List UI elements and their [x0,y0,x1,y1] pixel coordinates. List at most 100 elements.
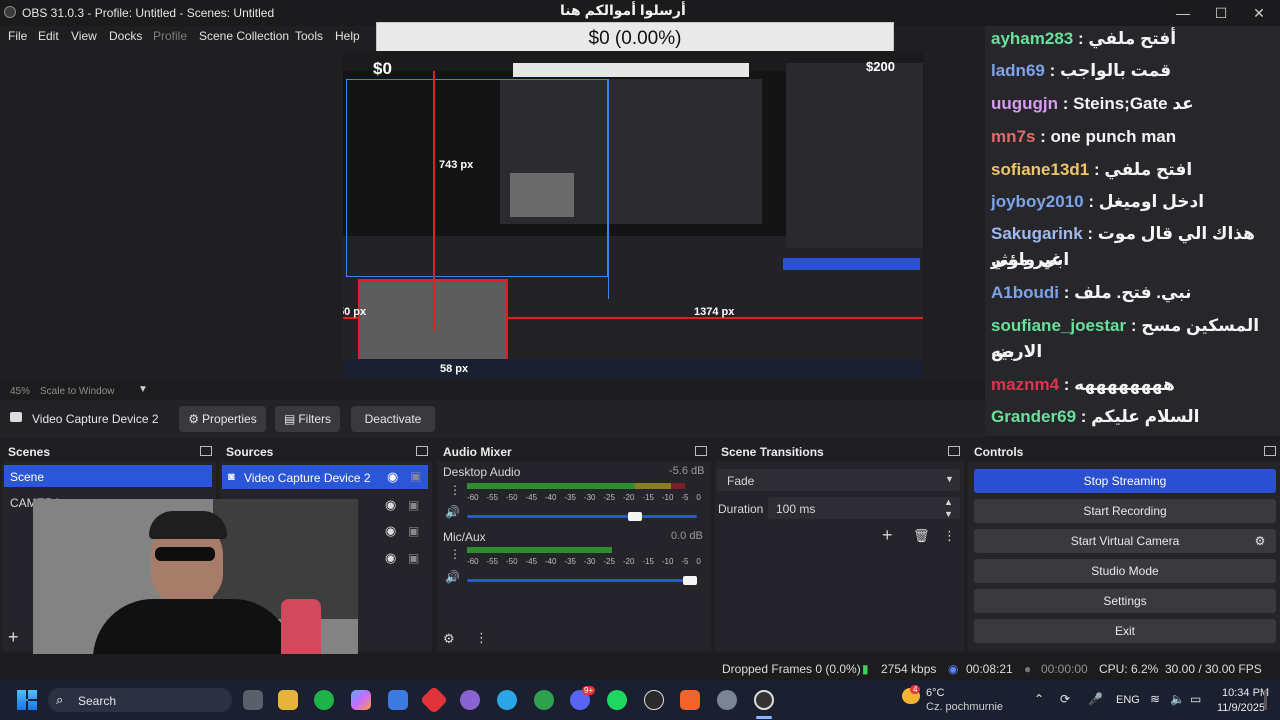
minimize-button[interactable]: — [1164,0,1202,26]
lock-icon[interactable]: ▣ [410,469,421,483]
settings-app-icon[interactable] [717,690,737,710]
app-icon[interactable] [534,690,554,710]
more-options-icon[interactable]: ⋮ [475,630,488,646]
add-scene-button[interactable]: + [8,627,19,648]
more-options-icon[interactable]: ⋮ [449,547,461,561]
settings-button[interactable]: Settings [974,589,1276,613]
stream-time: 00:08:21 [966,662,1013,676]
battery-icon[interactable]: ▭ [1190,692,1201,706]
sync-icon[interactable]: ⟳ [1060,692,1070,706]
active-source-name: Video Capture Device 2 [32,412,159,426]
deactivate-label: Deactivate [364,412,422,426]
chat-message: ayham283 : أفتح ملفي [991,29,1177,48]
lock-icon[interactable]: ▣ [408,498,419,512]
brave-icon[interactable] [680,690,700,710]
volume-slider-desktop[interactable] [467,515,697,518]
clock-time[interactable]: 10:34 PM [1222,687,1269,699]
meter-tick-label: -45 [525,493,538,502]
task-view-icon[interactable] [243,690,263,710]
chat-text: one punch man [1050,127,1177,146]
transition-select[interactable]: Fade ▼ [717,469,960,491]
microphone-icon[interactable]: 🎤 [1088,692,1103,706]
copilot-icon[interactable] [351,690,371,710]
deactivate-button[interactable]: Deactivate [351,406,435,432]
more-options-icon[interactable]: ⋮ [449,483,461,497]
undock-icon[interactable] [695,446,707,456]
preview-canvas[interactable]: $0 $200 743 px 50 px 1374 px 58 px [343,51,923,378]
chevron-up-icon[interactable]: ⌃ [1034,692,1044,706]
exit-button[interactable]: Exit [974,619,1276,643]
scale-mode-select[interactable]: Scale to Window [40,386,114,397]
meter-tick-label: -60 [467,557,479,566]
browser-icon[interactable] [497,690,517,710]
lock-icon[interactable]: ▣ [408,524,419,538]
chevron-down-icon[interactable]: ▼ [945,474,954,484]
channel-name: Mic/Aux [443,530,486,544]
wifi-icon[interactable]: ≋ [1150,692,1160,706]
meter-yellow [635,483,671,489]
trash-icon[interactable]: 🗑 [913,528,930,544]
eye-icon[interactable]: ◉ [385,523,396,539]
xbox-icon[interactable] [314,690,334,710]
clock-date[interactable]: 11/9/2025 [1217,702,1265,714]
meter-tick-label: -40 [544,557,557,566]
volume-slider-handle[interactable] [627,512,642,521]
undock-icon[interactable] [948,446,960,456]
chevron-down-icon[interactable]: ▼ [138,384,148,395]
chevron-up-icon[interactable]: ▲ [944,497,953,507]
chevron-down-icon[interactable]: ▼ [944,509,953,519]
menu-tools[interactable]: Tools [295,29,323,43]
stop-streaming-label: Stop Streaming [1083,474,1167,488]
chat-panel: ayham283 : أفتح ملفي ladn69 : قمت بالواج… [985,26,1280,436]
lock-icon[interactable]: ▣ [408,551,419,565]
window-title: OBS 31.0.3 - Profile: Untitled - Scenes:… [22,6,275,20]
menu-profile[interactable]: Profile [153,29,187,43]
virtual-camera-settings-button[interactable]: ⚙ [1246,529,1274,553]
add-transition-button[interactable]: + [882,525,893,546]
obs-icon[interactable] [754,690,774,710]
filters-button[interactable]: ▤ Filters [275,406,340,432]
menu-edit[interactable]: Edit [38,29,59,43]
speaker-icon[interactable]: 🔊 [445,570,460,584]
source-item[interactable]: ◙ Video Capture Device 2 ◉ ▣ [222,465,428,489]
meter-tick-label: -55 [486,493,499,502]
menu-file[interactable]: File [8,29,27,43]
taskbar-search[interactable]: ⌕ Search [48,688,232,712]
properties-button[interactable]: ⚙ Properties [179,406,266,432]
eye-icon[interactable]: ◉ [385,497,396,513]
start-recording-button[interactable]: Start Recording [974,499,1276,523]
close-button[interactable]: ✕ [1240,0,1278,26]
menu-view[interactable]: View [71,29,97,43]
studio-mode-button[interactable]: Studio Mode [974,559,1276,583]
eye-icon[interactable]: ◉ [385,550,396,566]
undock-icon[interactable] [200,446,212,456]
volume-slider-handle[interactable] [683,576,697,585]
stop-streaming-button[interactable]: Stop Streaming [974,469,1276,493]
gear-icon[interactable]: ⚙ [443,631,455,647]
volume-icon[interactable]: 🔈 [1170,692,1185,706]
status-bar: Dropped Frames 0 (0.0%) ▮ 2754 kbps ◉ 00… [0,654,1280,680]
start-virtual-camera-button[interactable]: Start Virtual Camera [974,529,1276,553]
show-desktop-button[interactable] [1264,690,1267,710]
file-explorer-icon[interactable] [278,690,298,710]
spotify-icon[interactable] [607,690,627,710]
eye-icon[interactable]: ◉ [387,469,398,485]
undock-icon[interactable] [416,446,428,456]
language-indicator[interactable]: ENG [1116,694,1140,706]
meter-tick-label: -45 [525,557,538,566]
scene-item-scene[interactable]: Scene [4,465,212,487]
menu-help[interactable]: Help [335,29,360,43]
media-player-icon[interactable] [644,690,664,710]
maximize-button[interactable]: ☐ [1202,0,1240,26]
store-icon[interactable] [388,690,408,710]
menu-docks[interactable]: Docks [109,29,142,43]
duration-spinbox[interactable]: 100 ms ▲ ▼ [768,497,960,519]
undock-icon[interactable] [1264,446,1276,456]
volume-slider-mic[interactable] [467,579,697,582]
menu-scene-collection[interactable]: Scene Collection [199,29,289,43]
chat-app-icon[interactable] [460,690,480,710]
speaker-icon[interactable]: 🔊 [445,505,460,519]
meter-tick-label: -10 [661,493,674,502]
more-options-icon[interactable]: ⋮ [943,528,956,544]
chat-username: Sakugarink [991,224,1083,243]
